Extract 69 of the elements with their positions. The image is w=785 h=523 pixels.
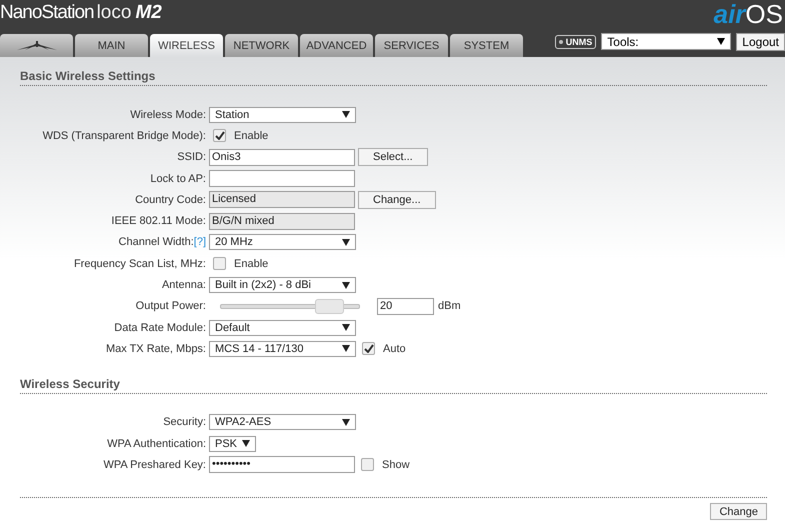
product-line: loco — [96, 2, 132, 24]
dropdown-icon — [717, 38, 726, 45]
os-logo-prefix: air — [714, 1, 746, 27]
section-title: Wireless Security — [20, 376, 767, 394]
dropdown-icon — [342, 238, 350, 246]
power-slider[interactable] — [220, 299, 360, 314]
field-label: WDS (Transparent Bridge Mode): — [42, 130, 206, 142]
dropdown-select[interactable]: Default — [209, 320, 356, 336]
field-label: SSID: — [177, 151, 206, 164]
field-label: Wireless Mode: — [130, 108, 206, 121]
field-label: Output Power: — [136, 300, 206, 312]
action-button[interactable]: Select... — [358, 148, 428, 166]
logout-button[interactable]: Logout — [736, 32, 785, 50]
slider-handle[interactable] — [315, 299, 344, 314]
unit-label: dBm — [438, 300, 461, 312]
os-logo-suffix: OS — [745, 1, 783, 27]
section-title: Basic Wireless Settings — [20, 69, 767, 86]
home-tab[interactable] — [0, 34, 73, 57]
field-label: Channel Width: — [118, 236, 194, 248]
nav-tab[interactable]: WIRELESS — [150, 34, 223, 57]
dropdown-select[interactable]: PSK — [209, 436, 256, 452]
text-field[interactable]: Onis3 — [209, 148, 355, 166]
dropdown-select[interactable]: WPA2-AES — [209, 414, 356, 430]
dropdown-select[interactable]: MCS 14 - 117/130 — [209, 340, 356, 357]
nav-tab[interactable]: SYSTEM — [450, 34, 523, 57]
checkbox[interactable] — [362, 342, 375, 356]
model-name: M2 — [135, 2, 162, 24]
field-label: WPA Authentication: — [107, 438, 206, 450]
nav-tab[interactable]: MAIN — [75, 34, 148, 57]
change-button[interactable]: Change — [710, 503, 767, 520]
field-label: Data Rate Module: — [114, 322, 206, 334]
dropdown-select[interactable]: Built in (2x2) - 8 dBi — [209, 277, 356, 294]
product-name: NanoStation — [0, 2, 94, 24]
dropdown-select[interactable]: Station — [209, 106, 356, 123]
field-label: WPA Preshared Key: — [103, 458, 206, 471]
field-label: Country Code: — [135, 194, 206, 206]
nav-tab[interactable]: SERVICES — [375, 34, 448, 57]
help-link[interactable]: [?] — [194, 236, 206, 248]
checkbox[interactable] — [213, 129, 226, 142]
power-field[interactable]: 20 — [377, 298, 434, 315]
field-label: Frequency Scan List, MHz: — [74, 258, 206, 270]
dropdown-icon — [342, 282, 350, 289]
readonly-field: Licensed — [209, 191, 355, 208]
checkbox-label: Enable — [234, 258, 268, 270]
antenna-logo-icon — [16, 40, 56, 50]
action-button[interactable]: Change... — [358, 190, 436, 209]
nav-tab[interactable]: ADVANCED — [300, 34, 373, 57]
field-label: Max TX Rate, Mbps: — [106, 342, 206, 355]
text-field[interactable]: •••••••••• — [209, 456, 355, 474]
dropdown-icon — [342, 418, 350, 426]
checkbox[interactable] — [361, 458, 374, 472]
field-label: Antenna: — [162, 279, 206, 292]
field-label: IEEE 802.11 Mode: — [111, 215, 206, 228]
readonly-field: B/G/N mixed — [209, 212, 355, 230]
dropdown-icon — [342, 345, 350, 352]
checkbox-label: Show — [382, 458, 410, 471]
dropdown-icon — [342, 111, 350, 118]
dropdown-icon — [342, 324, 350, 332]
checkbox-label: Auto — [383, 342, 406, 355]
nav-tab[interactable]: NETWORK — [225, 34, 298, 57]
checkbox-label: Enable — [234, 130, 268, 142]
checkbox[interactable] — [213, 257, 226, 270]
unms-badge[interactable]: UNMS — [554, 34, 596, 48]
text-field[interactable] — [209, 170, 355, 188]
dropdown-icon — [242, 440, 250, 447]
tools-select[interactable]: Tools: — [601, 33, 732, 50]
field-label: Security: — [163, 416, 206, 428]
field-label: Lock to AP: — [150, 172, 206, 185]
dropdown-select[interactable]: 20 MHz — [209, 234, 356, 250]
